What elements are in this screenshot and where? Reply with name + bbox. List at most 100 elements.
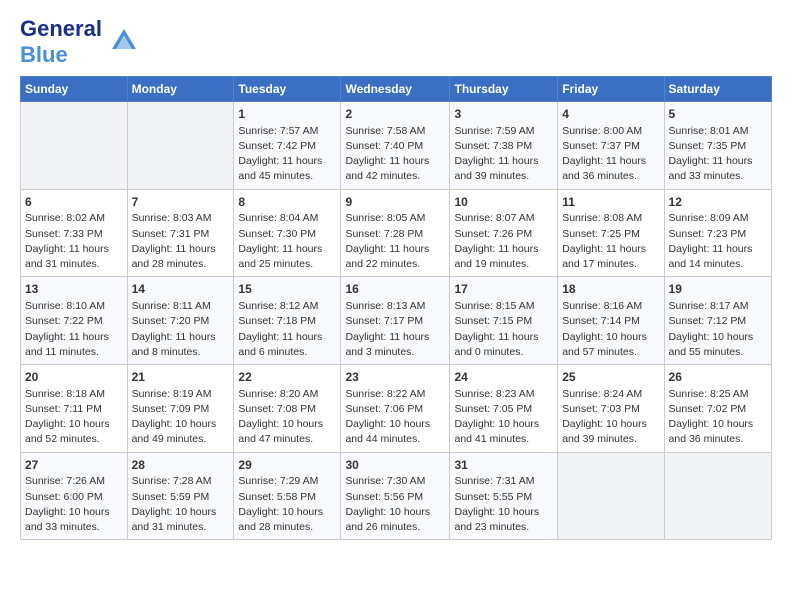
day-info: Sunrise: 8:17 AMSunset: 7:12 PMDaylight:… bbox=[669, 299, 767, 360]
logo-blue: Blue bbox=[20, 42, 68, 67]
day-info: Sunrise: 7:26 AMSunset: 6:00 PMDaylight:… bbox=[25, 474, 123, 535]
day-cell: 10Sunrise: 8:07 AMSunset: 7:26 PMDayligh… bbox=[450, 189, 558, 277]
day-cell: 2Sunrise: 7:58 AMSunset: 7:40 PMDaylight… bbox=[341, 102, 450, 190]
day-info: Sunrise: 7:59 AMSunset: 7:38 PMDaylight:… bbox=[454, 124, 553, 185]
day-cell bbox=[127, 102, 234, 190]
day-cell: 23Sunrise: 8:22 AMSunset: 7:06 PMDayligh… bbox=[341, 365, 450, 453]
day-number: 11 bbox=[562, 194, 659, 211]
day-number: 7 bbox=[132, 194, 230, 211]
day-info: Sunrise: 8:01 AMSunset: 7:35 PMDaylight:… bbox=[669, 124, 767, 185]
day-number: 31 bbox=[454, 457, 553, 474]
day-info: Sunrise: 8:18 AMSunset: 7:11 PMDaylight:… bbox=[25, 387, 123, 448]
day-cell: 21Sunrise: 8:19 AMSunset: 7:09 PMDayligh… bbox=[127, 365, 234, 453]
day-cell: 9Sunrise: 8:05 AMSunset: 7:28 PMDaylight… bbox=[341, 189, 450, 277]
logo-general: General bbox=[20, 16, 102, 41]
day-number: 15 bbox=[238, 281, 336, 298]
header: General Blue bbox=[20, 16, 772, 68]
day-cell: 1Sunrise: 7:57 AMSunset: 7:42 PMDaylight… bbox=[234, 102, 341, 190]
day-cell: 6Sunrise: 8:02 AMSunset: 7:33 PMDaylight… bbox=[21, 189, 128, 277]
day-cell: 26Sunrise: 8:25 AMSunset: 7:02 PMDayligh… bbox=[664, 365, 771, 453]
week-row-4: 20Sunrise: 8:18 AMSunset: 7:11 PMDayligh… bbox=[21, 365, 772, 453]
calendar-table: SundayMondayTuesdayWednesdayThursdayFrid… bbox=[20, 76, 772, 540]
day-info: Sunrise: 7:30 AMSunset: 5:56 PMDaylight:… bbox=[345, 474, 445, 535]
day-number: 16 bbox=[345, 281, 445, 298]
day-number: 6 bbox=[25, 194, 123, 211]
day-cell: 30Sunrise: 7:30 AMSunset: 5:56 PMDayligh… bbox=[341, 452, 450, 540]
day-info: Sunrise: 8:12 AMSunset: 7:18 PMDaylight:… bbox=[238, 299, 336, 360]
day-info: Sunrise: 8:11 AMSunset: 7:20 PMDaylight:… bbox=[132, 299, 230, 360]
day-number: 13 bbox=[25, 281, 123, 298]
day-cell: 11Sunrise: 8:08 AMSunset: 7:25 PMDayligh… bbox=[558, 189, 664, 277]
day-cell: 31Sunrise: 7:31 AMSunset: 5:55 PMDayligh… bbox=[450, 452, 558, 540]
weekday-header-monday: Monday bbox=[127, 77, 234, 102]
day-cell: 29Sunrise: 7:29 AMSunset: 5:58 PMDayligh… bbox=[234, 452, 341, 540]
day-number: 27 bbox=[25, 457, 123, 474]
day-number: 17 bbox=[454, 281, 553, 298]
day-info: Sunrise: 8:23 AMSunset: 7:05 PMDaylight:… bbox=[454, 387, 553, 448]
page: General Blue SundayMondayTuesdayWednesda… bbox=[0, 0, 792, 556]
day-cell bbox=[558, 452, 664, 540]
day-number: 25 bbox=[562, 369, 659, 386]
day-number: 23 bbox=[345, 369, 445, 386]
day-cell: 5Sunrise: 8:01 AMSunset: 7:35 PMDaylight… bbox=[664, 102, 771, 190]
day-cell: 27Sunrise: 7:26 AMSunset: 6:00 PMDayligh… bbox=[21, 452, 128, 540]
day-info: Sunrise: 8:09 AMSunset: 7:23 PMDaylight:… bbox=[669, 211, 767, 272]
day-info: Sunrise: 8:00 AMSunset: 7:37 PMDaylight:… bbox=[562, 124, 659, 185]
day-info: Sunrise: 8:03 AMSunset: 7:31 PMDaylight:… bbox=[132, 211, 230, 272]
day-info: Sunrise: 8:24 AMSunset: 7:03 PMDaylight:… bbox=[562, 387, 659, 448]
day-cell: 7Sunrise: 8:03 AMSunset: 7:31 PMDaylight… bbox=[127, 189, 234, 277]
day-cell bbox=[21, 102, 128, 190]
day-number: 21 bbox=[132, 369, 230, 386]
day-cell: 20Sunrise: 8:18 AMSunset: 7:11 PMDayligh… bbox=[21, 365, 128, 453]
day-number: 24 bbox=[454, 369, 553, 386]
week-row-3: 13Sunrise: 8:10 AMSunset: 7:22 PMDayligh… bbox=[21, 277, 772, 365]
day-info: Sunrise: 7:28 AMSunset: 5:59 PMDaylight:… bbox=[132, 474, 230, 535]
weekday-header-tuesday: Tuesday bbox=[234, 77, 341, 102]
weekday-header-wednesday: Wednesday bbox=[341, 77, 450, 102]
day-info: Sunrise: 8:22 AMSunset: 7:06 PMDaylight:… bbox=[345, 387, 445, 448]
day-cell: 15Sunrise: 8:12 AMSunset: 7:18 PMDayligh… bbox=[234, 277, 341, 365]
day-number: 14 bbox=[132, 281, 230, 298]
day-cell: 14Sunrise: 8:11 AMSunset: 7:20 PMDayligh… bbox=[127, 277, 234, 365]
day-number: 29 bbox=[238, 457, 336, 474]
day-info: Sunrise: 7:57 AMSunset: 7:42 PMDaylight:… bbox=[238, 124, 336, 185]
day-cell: 25Sunrise: 8:24 AMSunset: 7:03 PMDayligh… bbox=[558, 365, 664, 453]
logo-triangle-icon bbox=[110, 27, 138, 55]
day-cell: 28Sunrise: 7:28 AMSunset: 5:59 PMDayligh… bbox=[127, 452, 234, 540]
weekday-header-sunday: Sunday bbox=[21, 77, 128, 102]
day-number: 26 bbox=[669, 369, 767, 386]
day-number: 4 bbox=[562, 106, 659, 123]
day-cell: 13Sunrise: 8:10 AMSunset: 7:22 PMDayligh… bbox=[21, 277, 128, 365]
day-number: 2 bbox=[345, 106, 445, 123]
day-number: 20 bbox=[25, 369, 123, 386]
weekday-header-friday: Friday bbox=[558, 77, 664, 102]
day-number: 18 bbox=[562, 281, 659, 298]
day-number: 22 bbox=[238, 369, 336, 386]
day-number: 1 bbox=[238, 106, 336, 123]
day-cell: 16Sunrise: 8:13 AMSunset: 7:17 PMDayligh… bbox=[341, 277, 450, 365]
day-info: Sunrise: 8:04 AMSunset: 7:30 PMDaylight:… bbox=[238, 211, 336, 272]
day-info: Sunrise: 8:08 AMSunset: 7:25 PMDaylight:… bbox=[562, 211, 659, 272]
day-number: 30 bbox=[345, 457, 445, 474]
day-number: 12 bbox=[669, 194, 767, 211]
day-info: Sunrise: 7:31 AMSunset: 5:55 PMDaylight:… bbox=[454, 474, 553, 535]
day-info: Sunrise: 8:20 AMSunset: 7:08 PMDaylight:… bbox=[238, 387, 336, 448]
day-info: Sunrise: 7:29 AMSunset: 5:58 PMDaylight:… bbox=[238, 474, 336, 535]
day-info: Sunrise: 8:05 AMSunset: 7:28 PMDaylight:… bbox=[345, 211, 445, 272]
day-number: 3 bbox=[454, 106, 553, 123]
day-cell: 8Sunrise: 8:04 AMSunset: 7:30 PMDaylight… bbox=[234, 189, 341, 277]
day-number: 10 bbox=[454, 194, 553, 211]
day-info: Sunrise: 7:58 AMSunset: 7:40 PMDaylight:… bbox=[345, 124, 445, 185]
day-cell: 24Sunrise: 8:23 AMSunset: 7:05 PMDayligh… bbox=[450, 365, 558, 453]
day-number: 5 bbox=[669, 106, 767, 123]
day-number: 9 bbox=[345, 194, 445, 211]
day-info: Sunrise: 8:16 AMSunset: 7:14 PMDaylight:… bbox=[562, 299, 659, 360]
weekday-header-thursday: Thursday bbox=[450, 77, 558, 102]
day-cell: 19Sunrise: 8:17 AMSunset: 7:12 PMDayligh… bbox=[664, 277, 771, 365]
day-info: Sunrise: 8:13 AMSunset: 7:17 PMDaylight:… bbox=[345, 299, 445, 360]
weekday-header-row: SundayMondayTuesdayWednesdayThursdayFrid… bbox=[21, 77, 772, 102]
day-number: 28 bbox=[132, 457, 230, 474]
day-info: Sunrise: 8:15 AMSunset: 7:15 PMDaylight:… bbox=[454, 299, 553, 360]
day-cell: 18Sunrise: 8:16 AMSunset: 7:14 PMDayligh… bbox=[558, 277, 664, 365]
week-row-5: 27Sunrise: 7:26 AMSunset: 6:00 PMDayligh… bbox=[21, 452, 772, 540]
